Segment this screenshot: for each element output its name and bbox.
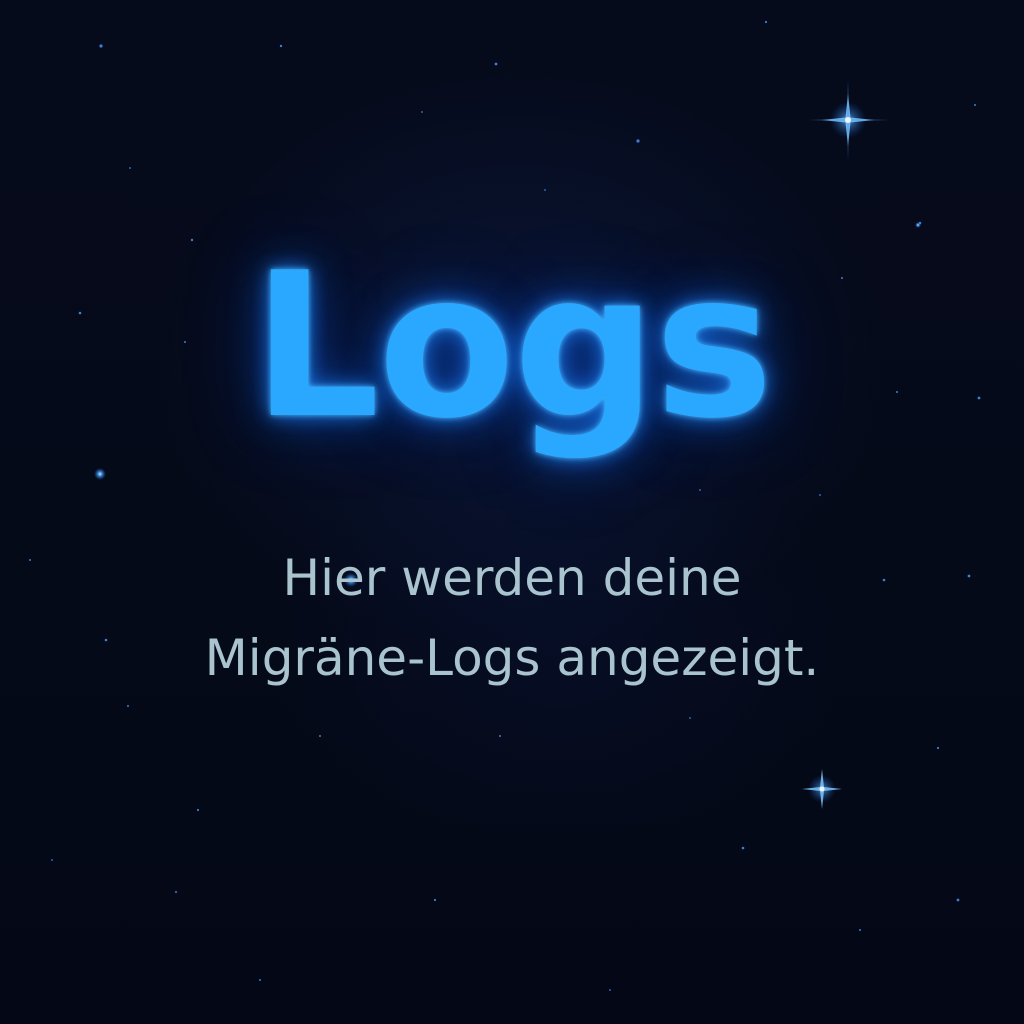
star [319,735,321,737]
logs-screen: Logs Hier werden deine Migräne-Logs ange… [0,0,1024,1024]
star [99,44,103,48]
glowing-star [94,468,106,480]
empty-state-message-line-2: Migräne-Logs angezeigt. [204,629,820,687]
star [499,735,501,737]
star [129,167,131,169]
star [196,808,200,812]
sparkle-star-bottom-right [802,769,842,809]
star [689,717,691,719]
star [544,189,546,191]
empty-state-message-line-1: Hier werden deine [282,549,742,607]
star [636,139,640,143]
star [421,111,423,113]
star [936,746,940,750]
small-stars [29,20,981,991]
star [609,989,611,991]
sparkle-star-top-right [808,80,890,160]
star [819,494,821,496]
empty-state-message: Hier werden deine Migräne-Logs angezeigt… [0,538,1024,698]
star [433,898,437,902]
starfield-background [29,20,981,991]
star [51,859,53,861]
star [279,44,283,48]
star [175,891,177,893]
page-title: Logs [252,230,773,463]
star [764,20,768,24]
star [699,489,701,491]
star [494,62,498,66]
star [127,705,129,707]
star [741,846,745,850]
star [259,979,261,981]
star [859,929,861,931]
glowing-star [915,222,921,228]
star [974,104,976,106]
star [956,898,960,902]
